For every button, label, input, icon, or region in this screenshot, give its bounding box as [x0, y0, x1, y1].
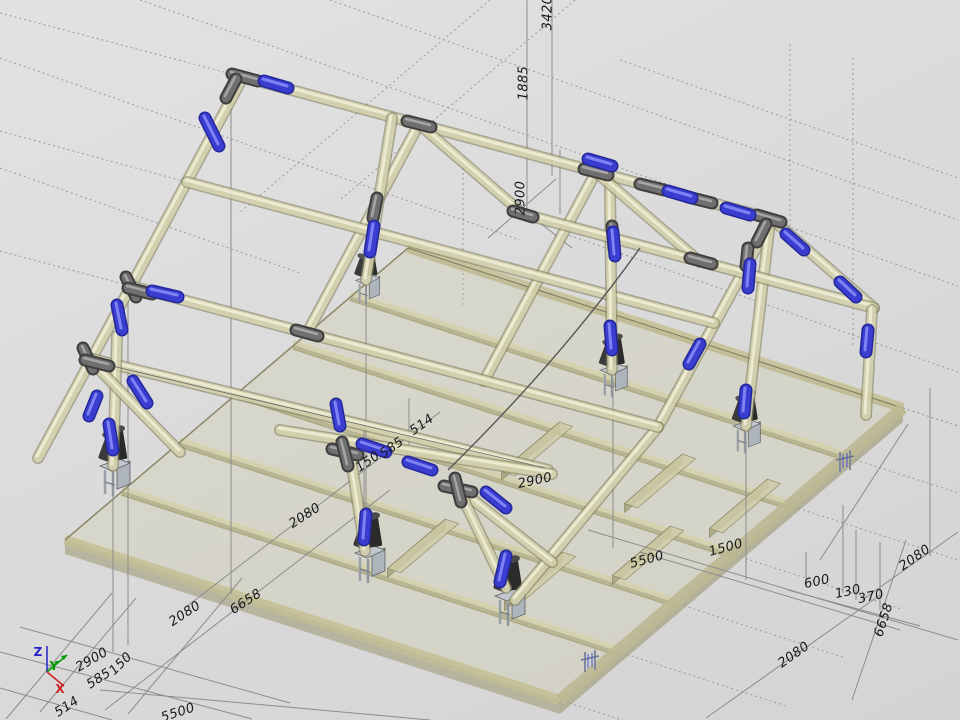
axis-label-y: Y	[50, 659, 59, 673]
axis-label-z: Z	[34, 645, 43, 659]
dimension-label: 3420	[541, 0, 556, 30]
cad-viewport[interactable]: 3420188529005145851502900208055001500600…	[0, 0, 960, 720]
dimension-label: 1885	[517, 66, 532, 101]
axis-label-x: X	[55, 682, 64, 696]
cad-canvas	[0, 0, 960, 720]
dimension-label: 2900	[514, 181, 529, 216]
